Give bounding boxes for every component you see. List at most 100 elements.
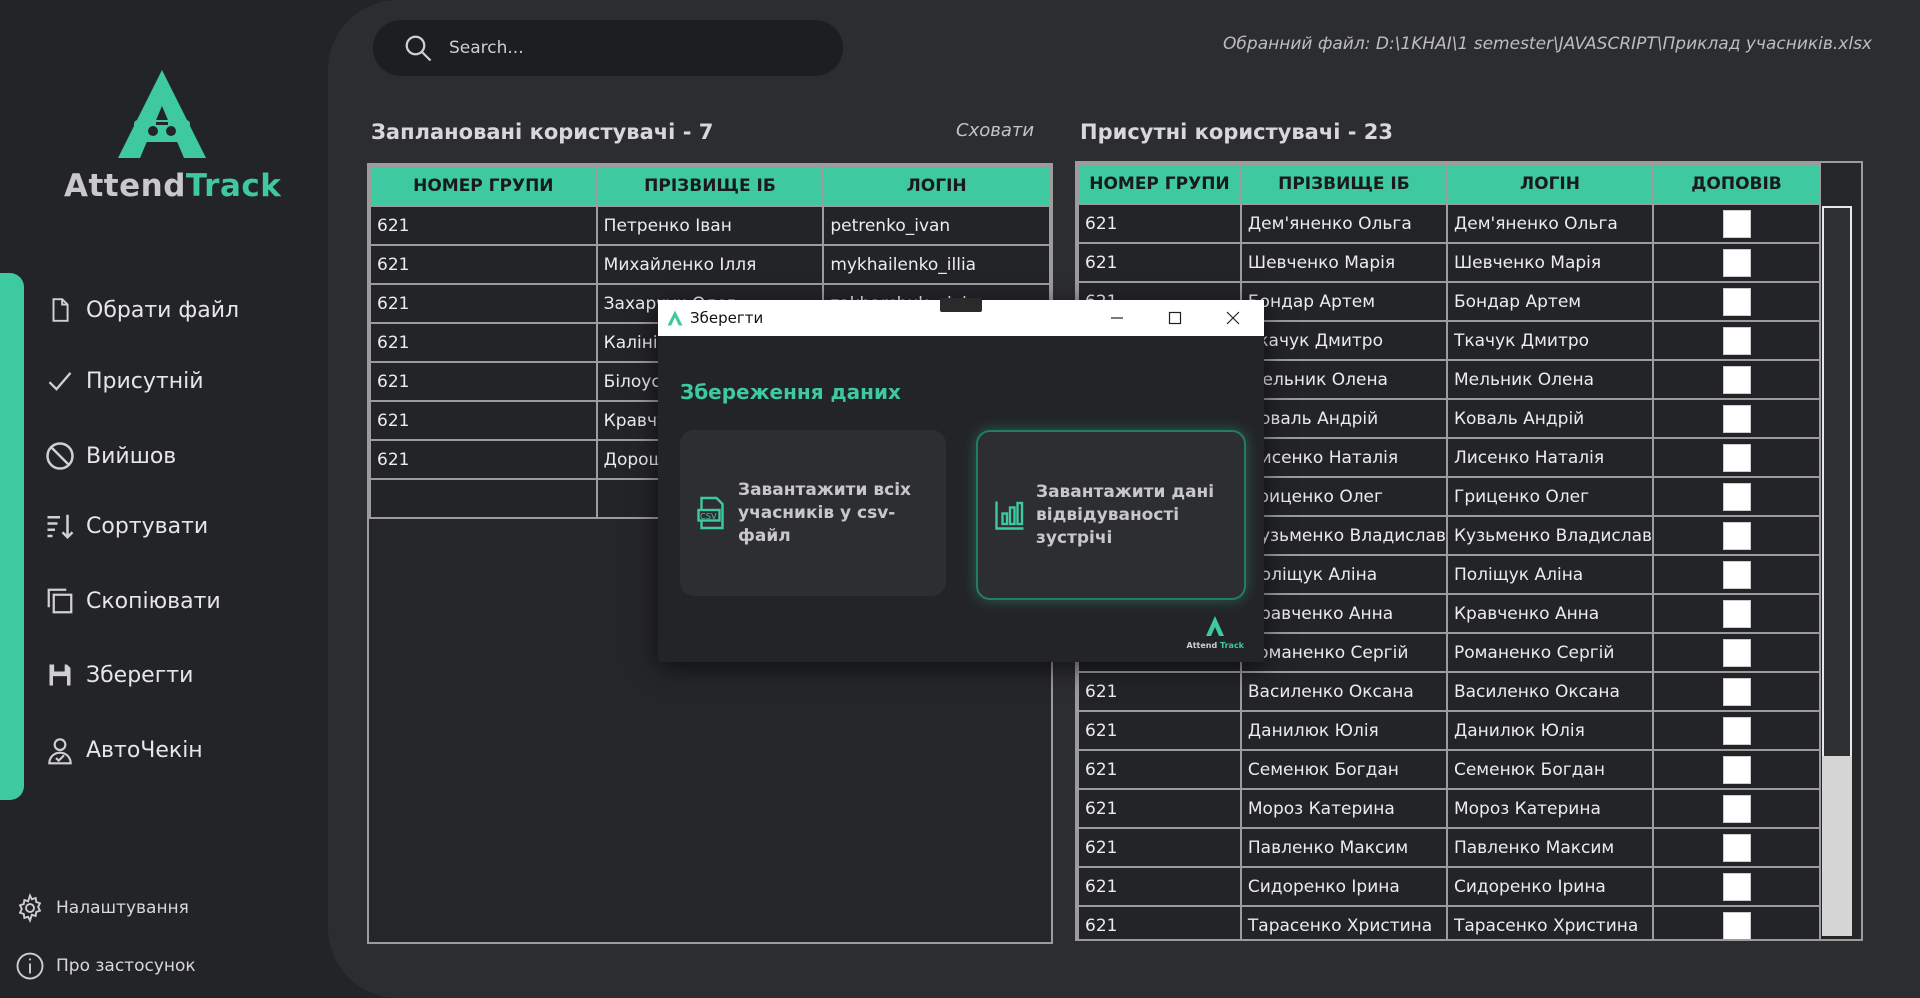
table-cell[interactable]: 621 bbox=[371, 246, 596, 283]
sidebar-item-copy[interactable]: Скопіювати bbox=[44, 579, 314, 623]
table-cell[interactable]: 621 bbox=[1079, 868, 1240, 905]
table-row[interactable]: 621 Мороз Катерина Мороз Катерина bbox=[1079, 790, 1819, 827]
reported-checkbox[interactable] bbox=[1722, 209, 1751, 238]
table-cell[interactable]: Лисенко Наталія bbox=[1241, 439, 1446, 476]
table-cell[interactable]: 621 bbox=[1079, 751, 1240, 788]
table-row[interactable]: 621 Тарасенко Христина Тарасенко Христина bbox=[1079, 907, 1819, 939]
table-row[interactable]: 621 Сидоренко Ірина Сидоренко Ірина bbox=[1079, 868, 1819, 905]
reported-checkbox[interactable] bbox=[1722, 365, 1751, 394]
table-cell[interactable]: Ткачук Дмитро bbox=[1241, 322, 1446, 359]
table-cell[interactable]: Шевченко Марія bbox=[1241, 244, 1446, 281]
table-cell[interactable]: 621 bbox=[1079, 829, 1240, 866]
close-button[interactable] bbox=[1204, 300, 1262, 336]
table-cell[interactable]: Сидоренко Ірина bbox=[1241, 868, 1446, 905]
table-cell[interactable]: 621 bbox=[1079, 205, 1240, 242]
table-cell[interactable]: Михайленко Ілля bbox=[597, 246, 823, 283]
table-cell[interactable]: Павленко Максим bbox=[1447, 829, 1653, 866]
table-cell[interactable]: Кравченко Анна bbox=[1447, 595, 1653, 632]
table-cell[interactable]: Бондар Артем bbox=[1447, 283, 1653, 320]
column-header[interactable]: ЛОГІН bbox=[824, 167, 1049, 205]
settings-link[interactable]: Налаштування bbox=[14, 892, 189, 924]
reported-checkbox[interactable] bbox=[1722, 599, 1751, 628]
column-header[interactable]: ПРІЗВИЩЕ ІБ bbox=[597, 167, 823, 205]
table-cell[interactable]: Дем'яненко Ольга bbox=[1241, 205, 1446, 242]
table-row[interactable]: 621 Данилюк Юлія Данилюк Юлія bbox=[1079, 712, 1819, 749]
column-header[interactable]: ДОПОВІВ bbox=[1654, 165, 1819, 203]
table-row[interactable]: 621 Павленко Максим Павленко Максим bbox=[1079, 829, 1819, 866]
drag-handle[interactable] bbox=[940, 298, 982, 312]
table-row[interactable]: 621 Василенко Оксана Василенко Оксана bbox=[1079, 673, 1819, 710]
table-cell[interactable]: 621 bbox=[371, 402, 596, 439]
table-cell[interactable]: Семенюк Богдан bbox=[1241, 751, 1446, 788]
table-cell[interactable]: Поліщук Аліна bbox=[1447, 556, 1653, 593]
table-cell[interactable]: 621 bbox=[1079, 790, 1240, 827]
reported-checkbox[interactable] bbox=[1722, 911, 1751, 939]
reported-checkbox[interactable] bbox=[1722, 872, 1751, 901]
sidebar-item-choose-file[interactable]: Обрати файл bbox=[44, 288, 314, 332]
reported-checkbox[interactable] bbox=[1722, 443, 1751, 472]
export-attendance-button[interactable]: Завантажити дані відвідуваності зустрічі bbox=[976, 430, 1246, 600]
table-cell[interactable]: Мороз Катерина bbox=[1447, 790, 1653, 827]
table-cell[interactable]: Тарасенко Христина bbox=[1447, 907, 1653, 939]
table-row[interactable]: 621 Дем'яненко Ольга Дем'яненко Ольга bbox=[1079, 205, 1819, 242]
table-cell[interactable]: Бондар Артем bbox=[1241, 283, 1446, 320]
table-cell[interactable]: Мельник Олена bbox=[1447, 361, 1653, 398]
reported-checkbox[interactable] bbox=[1722, 833, 1751, 862]
table-cell[interactable]: Семенюк Богдан bbox=[1447, 751, 1653, 788]
table-cell[interactable]: Ткачук Дмитро bbox=[1447, 322, 1653, 359]
table-cell[interactable]: Василенко Оксана bbox=[1241, 673, 1446, 710]
table-cell[interactable]: Гриценко Олег bbox=[1241, 478, 1446, 515]
column-header[interactable]: ЛОГІН bbox=[1447, 165, 1653, 203]
scrollbar-thumb[interactable] bbox=[1822, 756, 1852, 936]
reported-checkbox[interactable] bbox=[1722, 404, 1751, 433]
table-cell[interactable]: Романенко Сергій bbox=[1447, 634, 1653, 671]
table-cell[interactable]: 621 bbox=[371, 207, 596, 244]
sidebar-item-present[interactable]: Присутній bbox=[44, 359, 314, 403]
table-cell[interactable]: Тарасенко Христина bbox=[1241, 907, 1446, 939]
search-input[interactable] bbox=[447, 37, 831, 59]
table-cell[interactable]: Коваль Андрій bbox=[1447, 400, 1653, 437]
table-row[interactable]: 621 Шевченко Марія Шевченко Марія bbox=[1079, 244, 1819, 281]
table-cell[interactable]: 621 bbox=[371, 441, 596, 478]
reported-checkbox[interactable] bbox=[1722, 755, 1751, 784]
reported-checkbox[interactable] bbox=[1722, 638, 1751, 667]
reported-checkbox[interactable] bbox=[1722, 287, 1751, 316]
sidebar-item-save[interactable]: Зберегти bbox=[44, 653, 314, 697]
table-cell[interactable]: Дем'яненко Ольга bbox=[1447, 205, 1653, 242]
table-cell[interactable]: Гриценко Олег bbox=[1447, 478, 1653, 515]
table-row[interactable]: 621 Петренко Іван petrenko_ivan bbox=[371, 207, 1049, 244]
table-row[interactable]: 621 Михайленко Ілля mykhailenko_illia bbox=[371, 246, 1049, 283]
reported-checkbox[interactable] bbox=[1722, 326, 1751, 355]
table-cell[interactable]: 621 bbox=[1079, 907, 1240, 939]
table-cell[interactable]: mykhailenko_illia bbox=[824, 246, 1049, 283]
reported-checkbox[interactable] bbox=[1722, 560, 1751, 589]
table-cell[interactable]: Лисенко Наталія bbox=[1447, 439, 1653, 476]
table-cell[interactable]: petrenko_ivan bbox=[824, 207, 1049, 244]
hide-link[interactable]: Сховати bbox=[956, 120, 1034, 141]
reported-checkbox[interactable] bbox=[1722, 248, 1751, 277]
reported-checkbox[interactable] bbox=[1722, 794, 1751, 823]
reported-checkbox[interactable] bbox=[1722, 521, 1751, 550]
table-cell[interactable]: Василенко Оксана bbox=[1447, 673, 1653, 710]
table-cell[interactable]: Павленко Максим bbox=[1241, 829, 1446, 866]
column-header[interactable]: НОМЕР ГРУПИ bbox=[1079, 165, 1240, 203]
table-cell[interactable]: 621 bbox=[1079, 673, 1240, 710]
sidebar-item-left[interactable]: Вийшов bbox=[44, 434, 314, 478]
table-row[interactable]: 621 Семенюк Богдан Семенюк Богдан bbox=[1079, 751, 1819, 788]
sidebar-item-sort[interactable]: Сортувати bbox=[44, 504, 314, 548]
reported-checkbox[interactable] bbox=[1722, 677, 1751, 706]
table-cell[interactable]: 621 bbox=[371, 324, 596, 361]
table-cell[interactable]: Данилюк Юлія bbox=[1447, 712, 1653, 749]
table-cell[interactable]: 621 bbox=[371, 285, 596, 322]
table-cell[interactable]: 621 bbox=[371, 363, 596, 400]
table-cell[interactable]: 621 bbox=[1079, 244, 1240, 281]
reported-checkbox[interactable] bbox=[1722, 482, 1751, 511]
table-cell[interactable]: Сидоренко Ірина bbox=[1447, 868, 1653, 905]
table-cell[interactable]: 621 bbox=[1079, 712, 1240, 749]
reported-checkbox[interactable] bbox=[1722, 716, 1751, 745]
table-cell[interactable]: Поліщук Аліна bbox=[1241, 556, 1446, 593]
table-cell[interactable]: Романенко Сергій bbox=[1241, 634, 1446, 671]
about-link[interactable]: Про застосунок bbox=[14, 950, 196, 982]
maximize-button[interactable] bbox=[1146, 300, 1204, 336]
table-cell[interactable]: Кузьменко Владислав bbox=[1447, 517, 1653, 554]
